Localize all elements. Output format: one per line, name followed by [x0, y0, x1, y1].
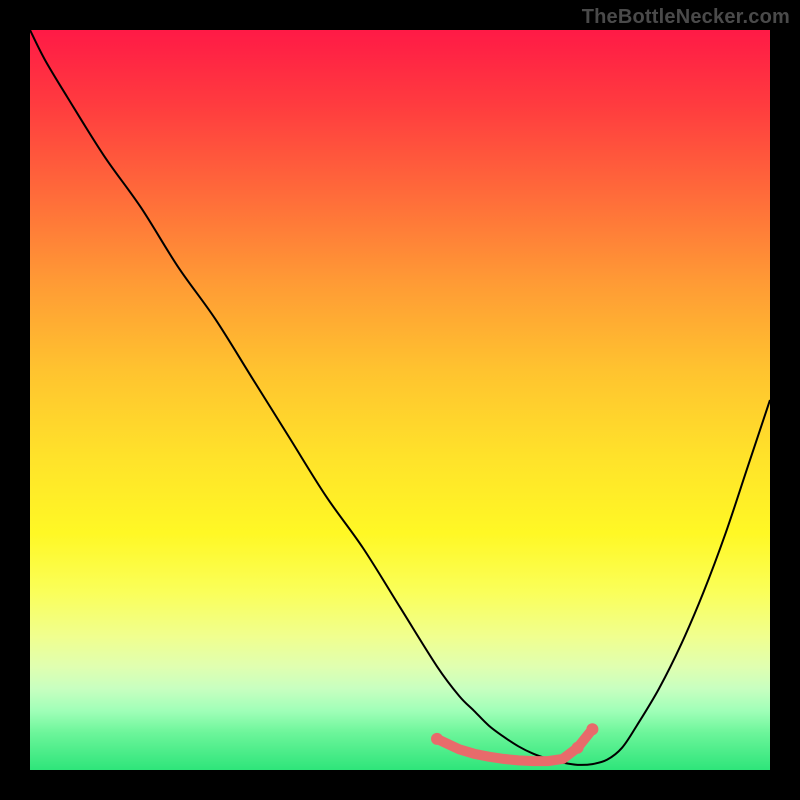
curve-svg: [30, 30, 770, 770]
marker-dot: [431, 733, 443, 745]
plot-area: [30, 30, 770, 770]
marker-dot: [586, 723, 598, 735]
marker-dot: [572, 742, 584, 754]
bottleneck-curve: [30, 30, 770, 765]
chart-container: { "attribution": "TheBottleNecker.com", …: [0, 0, 800, 800]
optimal-range-markers: [431, 723, 598, 761]
attribution-text: TheBottleNecker.com: [582, 6, 790, 29]
